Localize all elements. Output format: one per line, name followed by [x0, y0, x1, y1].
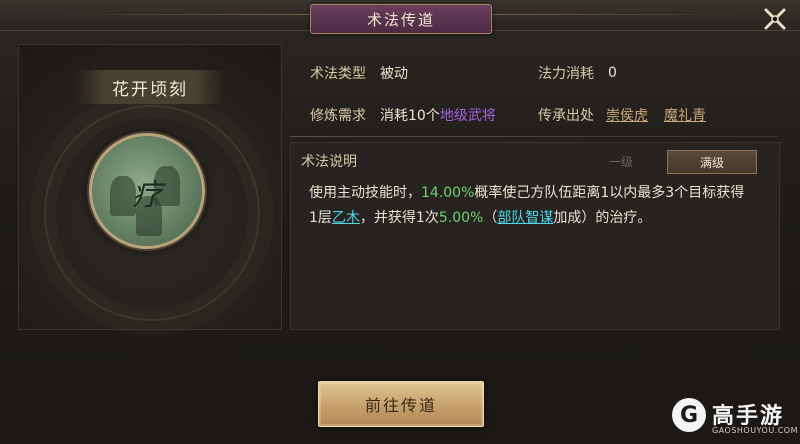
close-icon: [764, 8, 786, 30]
skill-type-label: 术法类型: [310, 66, 366, 82]
skill-type-row: 术法类型 被动: [310, 60, 408, 86]
mana-cost-row: 法力消耗 0: [538, 60, 617, 86]
source-label: 传承出处: [538, 108, 594, 124]
desc-text-segment: （: [483, 210, 498, 226]
site-watermark: G 高手游 GAOSHOUYOU.COM: [672, 396, 799, 440]
desc-text-segment: 概率使己方队伍距离1以内最多3个目标获得: [474, 185, 745, 201]
description-line-2: 1层乙木，并获得1次5.00%（部队智谋加成）的治疗。: [309, 206, 769, 231]
mana-cost-value: 0: [608, 65, 617, 81]
description-line-1: 使用主动技能时，14.00%概率使己方队伍距离1以内最多3个目标获得: [309, 181, 769, 206]
skill-name: 花开顷刻: [75, 70, 225, 104]
desc-text-segment: 加成）的治疗。: [553, 210, 652, 226]
heal-glyph: 疗: [132, 178, 162, 213]
source-link-moliqing[interactable]: 魔礼青: [664, 108, 706, 124]
skill-type-value: 被动: [380, 66, 408, 82]
heal-skill-icon: 疗: [89, 133, 205, 249]
requirement-label: 修炼需求: [310, 108, 366, 124]
source-links: 崇侯虎 魔礼青: [606, 105, 722, 125]
description-header: 术法说明: [301, 154, 357, 170]
desc-text-segment: ，并获得1次: [359, 210, 439, 226]
heal-rate: 5.00%: [438, 210, 484, 226]
go-to-inherit-button[interactable]: 前往传道: [318, 381, 484, 427]
troop-intelligence-link[interactable]: 部队智谋: [497, 210, 553, 226]
close-button[interactable]: [758, 2, 792, 36]
skill-info-panel: 术法类型 被动 法力消耗 0 修炼需求 消耗10个地级武将 传承出处 崇侯虎 魔礼…: [290, 50, 778, 134]
requirement-prefix: 消耗10个: [380, 108, 440, 124]
source-link-chonghouhu[interactable]: 崇侯虎: [606, 108, 648, 124]
description-panel: 术法说明 一级 满级 使用主动技能时，14.00%概率使己方队伍距离1以内最多3…: [290, 142, 780, 330]
requirement-item: 地级武将: [439, 108, 496, 124]
source-row: 传承出处 崇侯虎 魔礼青: [538, 102, 722, 128]
watermark-logo-icon: G: [672, 398, 706, 432]
requirement-row: 修炼需求 消耗10个地级武将: [310, 102, 496, 128]
tab-level-1[interactable]: 一级: [577, 150, 665, 172]
yimu-status-link[interactable]: 乙木: [332, 210, 360, 226]
desc-text-segment: 使用主动技能时，: [309, 185, 421, 201]
dialog-title: 术法传道: [310, 4, 492, 34]
trigger-rate: 14.00%: [421, 185, 475, 201]
description-text: 使用主动技能时，14.00%概率使己方队伍距离1以内最多3个目标获得 1层乙木，…: [309, 181, 769, 231]
watermark-url: GAOSHOUYOU.COM: [712, 426, 799, 435]
mana-cost-label: 法力消耗: [538, 66, 594, 82]
section-divider: [290, 136, 778, 137]
desc-text-segment: 1层: [309, 210, 332, 226]
tab-max-level[interactable]: 满级: [667, 150, 757, 174]
requirement-value: 消耗10个地级武将: [380, 105, 496, 125]
